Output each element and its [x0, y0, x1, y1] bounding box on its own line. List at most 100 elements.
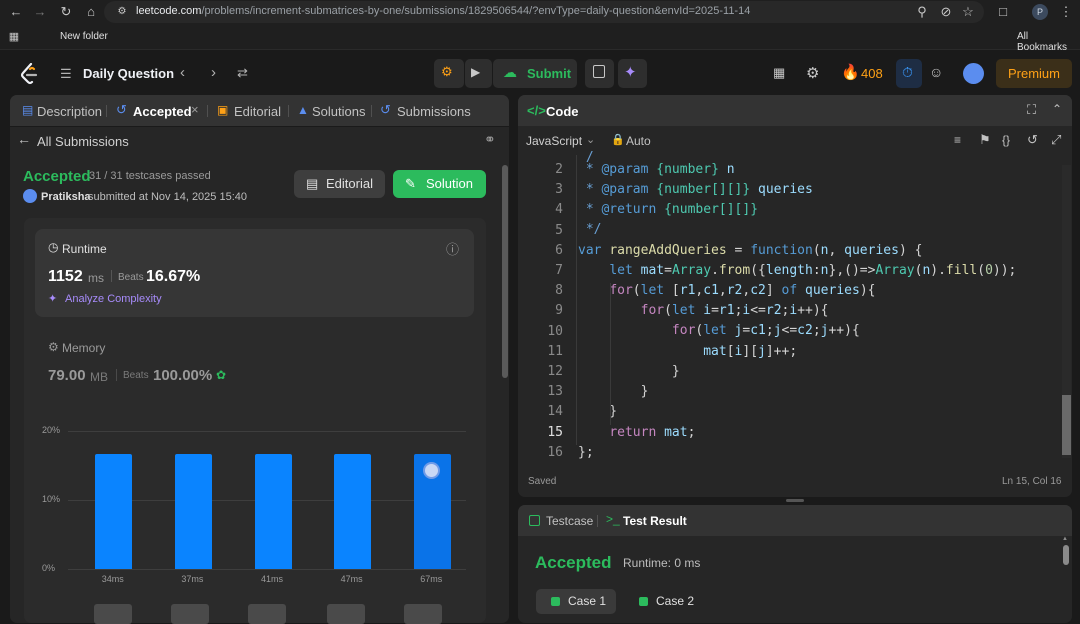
all-bookmarks[interactable]: All Bookmarks	[1017, 31, 1080, 53]
user-avatar[interactable]	[963, 63, 984, 84]
code-line: };	[578, 445, 594, 460]
sparkle-icon: ✦	[624, 64, 637, 81]
memory-label[interactable]: Memory	[62, 341, 105, 355]
info-icon[interactable]: ⓘ	[446, 239, 459, 258]
case-2-button[interactable]: Case 2	[625, 589, 705, 614]
chart-bar[interactable]	[334, 453, 372, 569]
bookmark-new-folder[interactable]: New folder	[60, 31, 108, 42]
next-problem-icon[interactable]: ›	[211, 64, 216, 81]
premium-button[interactable]: Premium	[996, 59, 1072, 88]
runtime-label: Runtime	[62, 242, 107, 256]
auto-mode-toggle[interactable]: Auto	[626, 134, 651, 148]
memory-chip-icon: ⚙	[48, 340, 59, 354]
zoom-icon[interactable]: ⚲	[914, 4, 930, 20]
analyze-complexity-link[interactable]: Analyze Complexity	[65, 293, 162, 305]
expand-icon[interactable]: ⤢	[1051, 132, 1061, 148]
streak-count[interactable]: 408	[861, 66, 883, 81]
tab-solutions[interactable]: Solutions	[312, 104, 365, 119]
code-scrollbar-thumb[interactable]	[1062, 395, 1071, 455]
chart-bar[interactable]	[254, 453, 292, 569]
bug-icon: ⚙	[441, 64, 453, 79]
chart-bar[interactable]	[174, 453, 212, 569]
back-icon[interactable]: ←	[8, 4, 24, 20]
mini-bar[interactable]	[404, 604, 442, 624]
case-1-label: Case 1	[568, 594, 607, 608]
indent-guide	[610, 283, 611, 425]
leetcode-logo-icon[interactable]	[20, 63, 38, 85]
solution-button[interactable]: ✎ Solution	[393, 170, 486, 198]
close-tab-icon[interactable]: ×	[191, 102, 199, 117]
scroll-up-icon[interactable]: ▲	[1062, 536, 1068, 542]
daily-question-title[interactable]: Daily Question	[83, 66, 174, 81]
maximize-icon[interactable]: ⛶	[1027, 102, 1036, 118]
forward-icon[interactable]: →	[32, 4, 48, 20]
add-friend-icon[interactable]: ☺	[929, 64, 943, 80]
check-icon	[551, 597, 560, 606]
mini-bar[interactable]	[94, 604, 132, 624]
code-line: * @param {number[][]} queries	[578, 182, 813, 197]
collapse-icon[interactable]: ⌃	[1052, 102, 1062, 116]
divider	[111, 270, 112, 282]
editorial-button-label: Editorial	[326, 176, 373, 191]
bookmark-star-icon[interactable]: ☆	[960, 4, 976, 20]
y-tick-label: 0%	[42, 563, 56, 573]
code-line: * @param {number} n	[578, 162, 735, 177]
result-status: Accepted	[535, 553, 612, 572]
user-avatar-small	[23, 189, 37, 203]
editorial-button[interactable]: ▤ Editorial	[294, 170, 385, 198]
case-1-button[interactable]: Case 1	[536, 589, 616, 614]
resize-handle[interactable]	[786, 499, 804, 502]
mini-bar[interactable]	[248, 604, 286, 624]
layout-grid-icon[interactable]: ▦	[773, 65, 785, 81]
note-icon	[593, 65, 605, 78]
tab-test-result[interactable]: Test Result	[623, 514, 687, 528]
indent-guide	[576, 155, 577, 445]
stopwatch-icon: ⏱	[902, 64, 913, 80]
home-icon[interactable]: ⌂	[83, 4, 99, 20]
submission-status: Accepted	[23, 168, 91, 185]
tab-description[interactable]: Description	[37, 104, 102, 119]
link-icon[interactable]: ⚭	[484, 131, 496, 148]
book-open-icon: ▤	[306, 176, 319, 191]
profile-avatar[interactable]: P	[1032, 4, 1048, 20]
divider	[116, 369, 117, 381]
back-arrow-icon[interactable]: ←	[17, 131, 31, 147]
mini-bar[interactable]	[327, 604, 365, 624]
menu-icon[interactable]: ⋮	[1058, 4, 1074, 20]
flame-icon[interactable]: 🔥	[841, 63, 860, 81]
solution-button-label: Solution	[426, 176, 473, 191]
all-submissions-link[interactable]: All Submissions	[37, 134, 129, 149]
line-number: 10	[547, 323, 563, 339]
language-select[interactable]: JavaScript	[526, 134, 582, 148]
url-host: leetcode.com	[136, 5, 202, 17]
tab-submissions[interactable]: Submissions	[397, 104, 471, 119]
line-number: 4	[555, 202, 563, 218]
problem-list-icon[interactable]: ☰	[60, 66, 72, 82]
left-scrollbar[interactable]	[502, 165, 508, 378]
reset-icon[interactable]: ↺	[1027, 132, 1038, 148]
submitter-name[interactable]: Pratiksha	[41, 191, 91, 203]
apps-grid-icon[interactable]: ▦	[6, 29, 22, 45]
shuffle-icon[interactable]: ⇄	[237, 65, 248, 81]
chevron-down-icon[interactable]: ⌄	[586, 133, 595, 146]
braces-icon[interactable]: {}	[1002, 133, 1010, 147]
eye-off-icon[interactable]: ⊘	[938, 4, 954, 20]
chart-bar[interactable]	[95, 453, 133, 569]
check-icon	[639, 597, 648, 606]
prev-problem-icon[interactable]: ‹	[180, 64, 185, 81]
settings-gear-icon[interactable]: ⚙	[806, 64, 819, 82]
tab-testcase[interactable]: Testcase	[546, 514, 593, 528]
mini-bar[interactable]	[171, 604, 209, 624]
bookmark-icon[interactable]: ⚑	[979, 132, 991, 148]
url-text[interactable]: leetcode.com/problems/increment-submatri…	[136, 5, 750, 17]
tab-editorial[interactable]: Editorial	[234, 104, 281, 119]
tab-accepted[interactable]: Accepted	[133, 104, 192, 119]
extensions-icon[interactable]: □	[995, 4, 1011, 20]
result-scrollbar[interactable]	[1063, 545, 1069, 565]
code-line: return mat;	[609, 425, 696, 440]
tab-separator	[371, 105, 372, 117]
play-icon: ▶	[471, 65, 481, 79]
site-info-icon[interactable]: ⚙	[114, 4, 130, 20]
reload-icon[interactable]: ↻	[58, 4, 74, 20]
format-icon[interactable]: ≡	[954, 133, 961, 147]
